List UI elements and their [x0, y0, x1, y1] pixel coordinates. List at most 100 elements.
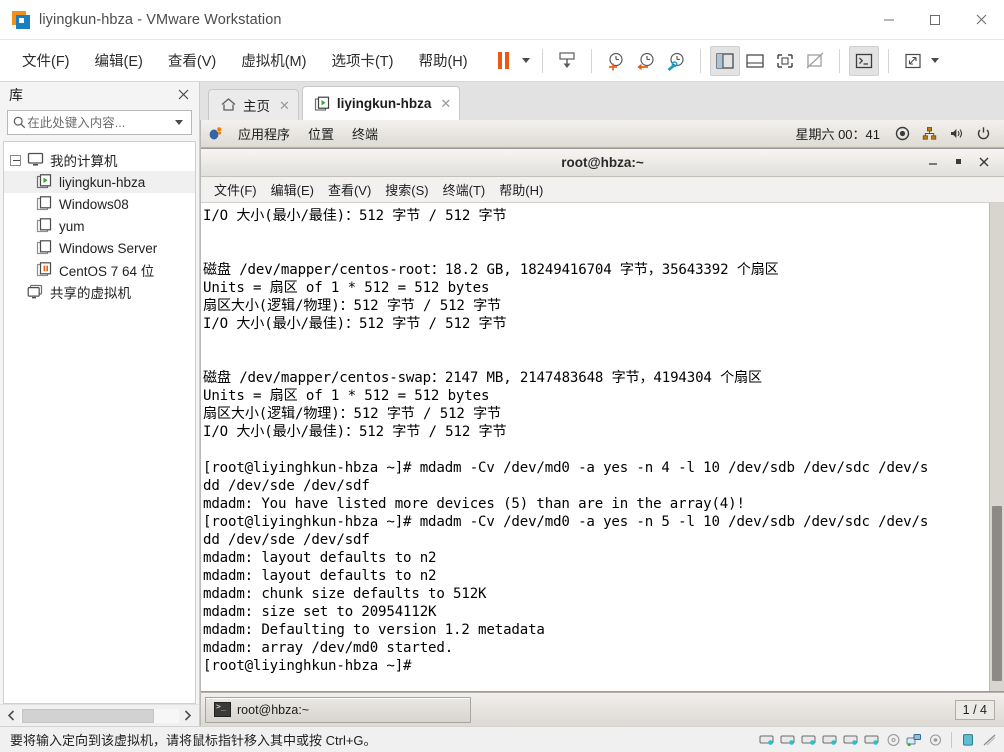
terminal-output[interactable]: I/O 大小(最小/最佳)：512 字节 / 512 字节 磁盘 /dev/ma…: [201, 203, 989, 691]
fit-guest-button[interactable]: [898, 46, 928, 76]
show-thumbnail-bar-button[interactable]: [740, 46, 770, 76]
take-snapshot-button[interactable]: [601, 46, 631, 76]
collapse-expander-icon[interactable]: [10, 154, 21, 166]
power-icon[interactable]: [974, 125, 992, 143]
close-icon[interactable]: ✕: [279, 99, 290, 112]
chevron-left-icon[interactable]: [3, 708, 20, 724]
console-view-icon: [855, 53, 872, 68]
status-hard-disk-6[interactable]: [863, 731, 881, 749]
scrollbar-thumb[interactable]: [992, 505, 1002, 682]
library-search-box[interactable]: [7, 110, 192, 135]
gnome-clock[interactable]: 星期六 00：41: [795, 124, 880, 143]
chevron-right-icon[interactable]: [179, 708, 196, 724]
vm-suspended-icon: [36, 262, 54, 278]
unity-mode-icon: [806, 52, 824, 68]
unity-mode-button[interactable]: [800, 46, 830, 76]
terminal-body[interactable]: I/O 大小(最小/最佳)：512 字节 / 512 字节 磁盘 /dev/ma…: [201, 203, 1004, 691]
suspend-dropdown-button[interactable]: [519, 46, 533, 76]
menu-vm[interactable]: 虚拟机(M): [230, 46, 317, 75]
status-message-log[interactable]: [980, 731, 998, 749]
network-icon[interactable]: [920, 125, 938, 143]
close-icon[interactable]: [174, 86, 193, 105]
fit-guest-dropdown-button[interactable]: [928, 46, 942, 76]
gnome-menu-terminal[interactable]: 终端: [343, 124, 387, 143]
taskbar-window-button[interactable]: root@hbza:~: [205, 696, 471, 723]
suspend-button[interactable]: [489, 46, 519, 76]
close-icon[interactable]: [958, 0, 1004, 40]
term-menu-terminal[interactable]: 终端(T): [436, 180, 493, 199]
maximize-icon[interactable]: [953, 156, 964, 169]
chevron-down-icon[interactable]: [172, 120, 187, 125]
term-menu-search[interactable]: 搜索(S): [378, 180, 435, 199]
send-ctrl-alt-del-button[interactable]: [552, 46, 582, 76]
status-network-adapter[interactable]: [905, 731, 923, 749]
fit-guest-icon: [905, 53, 921, 68]
screen-recorder-icon[interactable]: [893, 125, 911, 143]
status-hard-disk-2[interactable]: [779, 731, 797, 749]
right-pane: 主页 ✕ liyingkun-hbza ✕ 应用程序 位置 终端 星期六 00：…: [200, 82, 1004, 726]
status-device-icons: [758, 731, 998, 749]
status-printer[interactable]: [959, 731, 977, 749]
tab-label: 主页: [243, 99, 270, 114]
close-icon[interactable]: [978, 156, 990, 170]
vm-library-tree[interactable]: 我的计算机 liyingkun-hbza Windows08 yum Windo…: [3, 141, 196, 704]
close-icon[interactable]: ✕: [440, 97, 451, 110]
search-input[interactable]: [27, 115, 172, 130]
maximize-icon[interactable]: [912, 0, 958, 40]
tree-item-shared-vms[interactable]: 共享的虚拟机: [4, 281, 195, 303]
home-icon: [220, 97, 238, 113]
menu-tabs[interactable]: 选项卡(T): [320, 46, 404, 75]
menu-view[interactable]: 查看(V): [157, 46, 227, 75]
gnome-menu-places[interactable]: 位置: [299, 124, 343, 143]
menu-help[interactable]: 帮助(H): [407, 46, 478, 75]
gnome-menu-applications[interactable]: 应用程序: [229, 124, 299, 143]
console-view-button[interactable]: [848, 45, 879, 76]
workspace-switcher[interactable]: 1 / 4: [954, 699, 995, 720]
term-menu-file[interactable]: 文件(F): [207, 180, 264, 199]
term-menu-edit[interactable]: 编辑(E): [264, 180, 321, 199]
terminal-title: root@hbza:~: [561, 155, 644, 170]
status-usb[interactable]: [926, 731, 944, 749]
guest-screen[interactable]: 应用程序 位置 终端 星期六 00：41 root@hbza:~ 文件(F) 编…: [200, 120, 1004, 726]
tree-item-liyingkun-hbza[interactable]: liyingkun-hbza: [4, 171, 195, 193]
toolbar-divider-1: [541, 48, 543, 73]
tree-item-label: Windows08: [59, 196, 129, 212]
show-thumbnail-bar-icon: [745, 53, 764, 68]
minimize-icon[interactable]: [866, 0, 912, 40]
minimize-icon[interactable]: [928, 156, 939, 169]
window-controls: [866, 0, 1004, 40]
status-hard-disk-1[interactable]: [758, 731, 776, 749]
status-cd-dvd[interactable]: [884, 731, 902, 749]
tree-item-label: 共享的虚拟机: [50, 286, 131, 301]
tree-item-yum[interactable]: yum: [4, 215, 195, 237]
scrollbar-thumb[interactable]: [22, 708, 154, 723]
status-hard-disk-3[interactable]: [800, 731, 818, 749]
revert-snapshot-button[interactable]: [631, 46, 661, 76]
tree-item-label: 我的计算机: [50, 154, 118, 169]
term-menu-view[interactable]: 查看(V): [321, 180, 378, 199]
manage-snapshots-button[interactable]: [661, 46, 691, 76]
library-search-wrapper: [0, 108, 199, 141]
scrollbar-track[interactable]: [20, 708, 179, 723]
library-horizontal-scrollbar[interactable]: [0, 704, 199, 726]
term-menu-help[interactable]: 帮助(H): [492, 180, 550, 199]
status-divider: [951, 731, 952, 748]
guest-taskbar: root@hbza:~ 1 / 4: [201, 692, 1004, 726]
tree-item-windows-server[interactable]: Windows Server: [4, 237, 195, 259]
tree-item-centos7-64[interactable]: CentOS 7 64 位: [4, 259, 195, 281]
status-hard-disk-5[interactable]: [842, 731, 860, 749]
terminal-scrollbar[interactable]: [989, 203, 1004, 691]
tab-home[interactable]: 主页 ✕: [208, 89, 299, 120]
revert-snapshot-icon: [637, 52, 654, 70]
tab-liyingkun-hbza[interactable]: liyingkun-hbza ✕: [301, 86, 461, 120]
menu-file[interactable]: 文件(F): [11, 46, 81, 75]
tree-item-windows08[interactable]: Windows08: [4, 193, 195, 215]
tree-item-my-computer[interactable]: 我的计算机: [4, 149, 195, 171]
terminal-menubar: 文件(F) 编辑(E) 查看(V) 搜索(S) 终端(T) 帮助(H): [201, 177, 1004, 203]
menu-edit[interactable]: 编辑(E): [84, 46, 154, 75]
full-screen-button[interactable]: [770, 46, 800, 76]
volume-icon[interactable]: [947, 125, 965, 143]
taskbar-window-label: root@hbza:~: [237, 702, 310, 717]
status-hard-disk-4[interactable]: [821, 731, 839, 749]
show-library-panel-button[interactable]: [709, 45, 740, 76]
